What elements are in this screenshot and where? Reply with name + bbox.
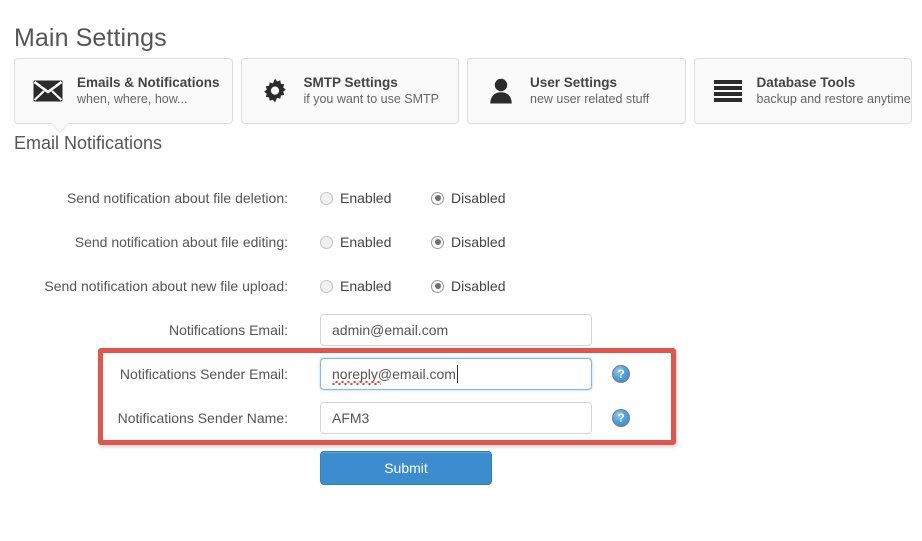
- submit-button[interactable]: Submit: [320, 451, 492, 485]
- radio-mark-checked: [431, 279, 444, 293]
- radio-mark-unchecked: [320, 279, 333, 293]
- user-icon: [484, 74, 518, 108]
- help-icon-sender-name[interactable]: ?: [612, 409, 630, 427]
- form-row-file-deletion: Send notification about file deletion: E…: [0, 176, 922, 220]
- tab-subtitle: if you want to use SMTP: [303, 92, 439, 107]
- radio-file-deletion-disabled[interactable]: Disabled: [431, 190, 505, 206]
- radio-mark-unchecked: [320, 235, 333, 249]
- tab-smtp-settings[interactable]: SMTP Settings if you want to use SMTP: [240, 58, 459, 124]
- sender-email-input[interactable]: [320, 358, 592, 390]
- tab-title: Emails & Notifications: [77, 74, 220, 90]
- control-sender-name: ?: [320, 402, 630, 434]
- tab-smtp-settings-text: SMTP Settings if you want to use SMTP: [304, 75, 439, 108]
- label-file-deletion: Send notification about file deletion:: [66, 190, 288, 206]
- radio-label: Disabled: [451, 278, 506, 294]
- radio-label: Enabled: [340, 278, 392, 294]
- page-title: Main Settings: [14, 23, 167, 52]
- sender-name-wrap: [320, 402, 592, 434]
- gear-icon: [258, 74, 292, 108]
- radio-mark-checked: [431, 191, 444, 205]
- form-row-new-file-upload: Send notification about new file upload:…: [0, 264, 922, 308]
- control-new-file-upload: Enabled Disabled: [320, 278, 505, 294]
- database-lines-icon: [711, 74, 745, 108]
- settings-tab-strip: Emails & Notifications when, where, how.…: [14, 58, 912, 124]
- label-notifications-email: Notifications Email:: [168, 322, 288, 338]
- tab-subtitle: backup and restore anytime: [756, 92, 911, 107]
- radio-label: Disabled: [451, 234, 506, 250]
- form-row-sender-email: Notifications Sender Email: ?: [0, 352, 922, 396]
- radio-mark-checked: [431, 235, 444, 249]
- tab-title: Database Tools: [756, 74, 856, 90]
- tab-emails-notifications[interactable]: Emails & Notifications when, where, how.…: [14, 58, 233, 124]
- label-sender-email: Notifications Sender Email:: [119, 366, 288, 382]
- radio-group-file-deletion: Enabled Disabled: [320, 190, 505, 206]
- sender-name-input[interactable]: [320, 402, 592, 434]
- radio-file-editing-disabled[interactable]: Disabled: [431, 234, 505, 250]
- sender-email-wrap: [320, 358, 592, 390]
- tab-database-tools[interactable]: Database Tools backup and restore anytim…: [693, 58, 912, 124]
- notifications-email-wrap: [320, 314, 592, 346]
- control-file-deletion: Enabled Disabled: [320, 190, 505, 206]
- control-sender-email: ?: [320, 358, 630, 390]
- radio-new-file-upload-disabled[interactable]: Disabled: [431, 278, 505, 294]
- radio-label: Enabled: [340, 190, 392, 206]
- tab-user-settings[interactable]: User Settings new user related stuff: [467, 58, 686, 124]
- radio-new-file-upload-enabled[interactable]: Enabled: [320, 278, 403, 294]
- control-notifications-email: [320, 314, 592, 346]
- tab-title: SMTP Settings: [303, 74, 398, 90]
- control-file-editing: Enabled Disabled: [320, 234, 505, 250]
- tab-subtitle: when, where, how...: [77, 92, 188, 107]
- radio-label: Disabled: [451, 190, 506, 206]
- label-file-editing: Send notification about file editing:: [74, 234, 288, 250]
- radio-file-editing-enabled[interactable]: Enabled: [320, 234, 403, 250]
- radio-group-new-file-upload: Enabled Disabled: [320, 278, 505, 294]
- tab-emails-notifications-text: Emails & Notifications when, where, how.…: [77, 75, 220, 108]
- radio-file-deletion-enabled[interactable]: Enabled: [320, 190, 403, 206]
- radio-label: Enabled: [340, 234, 392, 250]
- section-heading: Email Notifications: [14, 133, 163, 153]
- help-icon-sender-email[interactable]: ?: [612, 365, 630, 383]
- tab-user-settings-text: User Settings new user related stuff: [530, 75, 649, 108]
- form-row-file-editing: Send notification about file editing: En…: [0, 220, 922, 264]
- tab-title: User Settings: [530, 74, 618, 90]
- radio-mark-unchecked: [320, 191, 333, 205]
- form-row-notifications-email: Notifications Email:: [0, 308, 922, 352]
- tab-database-tools-text: Database Tools backup and restore anytim…: [757, 75, 911, 108]
- email-notifications-form: Send notification about file deletion: E…: [0, 176, 922, 496]
- form-row-submit: Submit: [0, 440, 922, 496]
- notifications-email-input[interactable]: [320, 314, 592, 346]
- tab-subtitle: new user related stuff: [530, 92, 650, 107]
- form-row-sender-name: Notifications Sender Name: ?: [0, 396, 922, 440]
- label-new-file-upload: Send notification about new file upload:: [44, 278, 288, 294]
- radio-group-file-editing: Enabled Disabled: [320, 234, 505, 250]
- envelope-icon: [31, 74, 65, 108]
- label-sender-name: Notifications Sender Name:: [117, 410, 288, 426]
